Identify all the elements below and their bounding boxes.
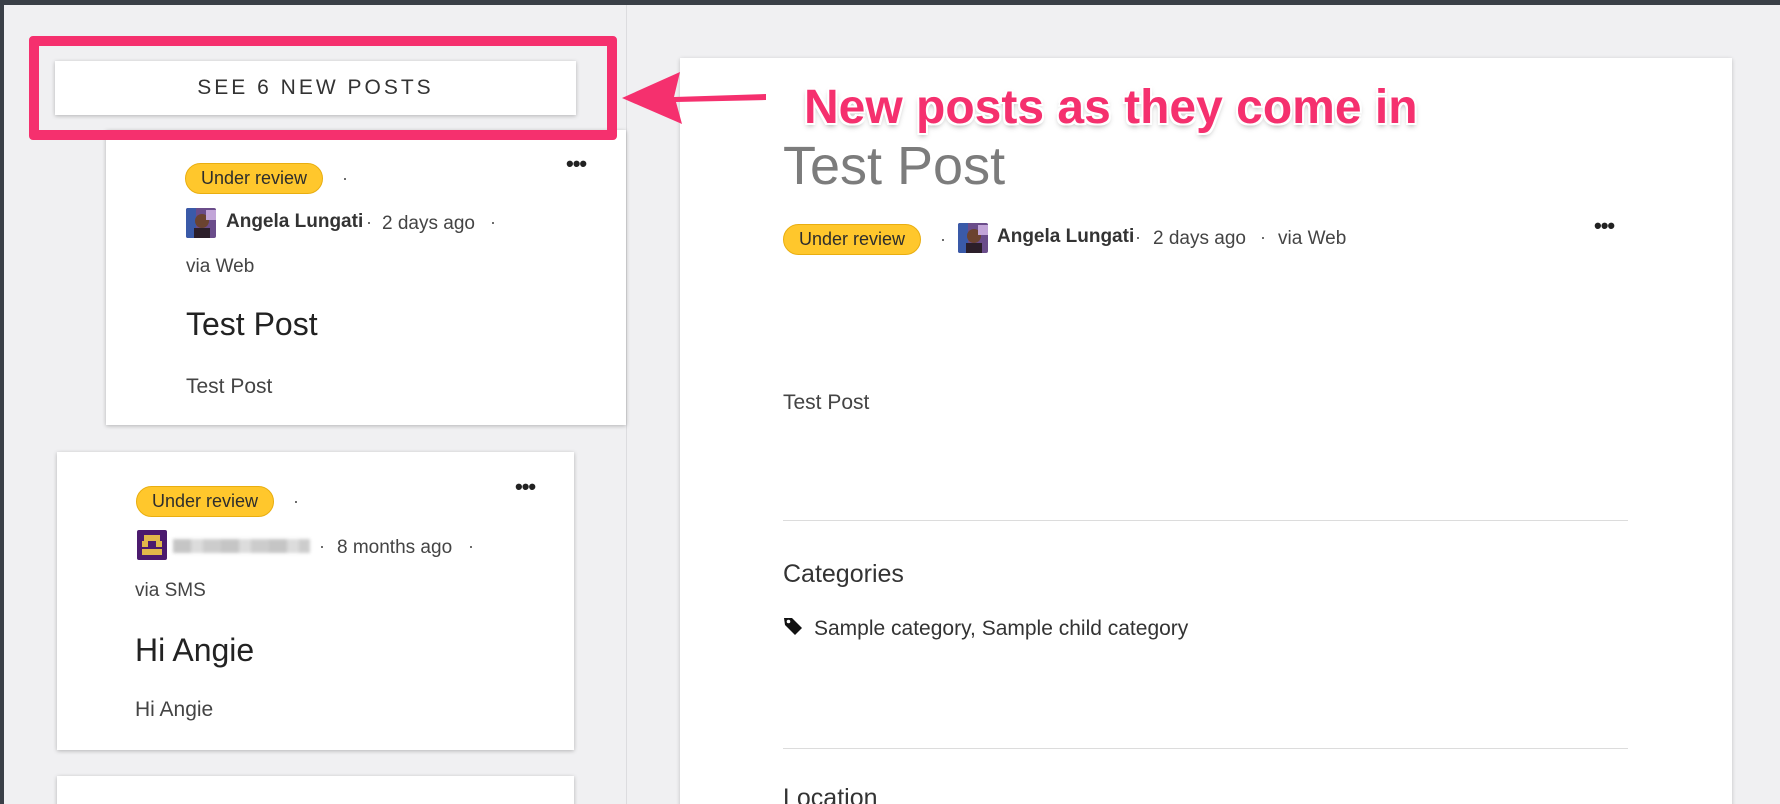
detail-title: Test Post bbox=[783, 136, 1006, 196]
avatar bbox=[186, 208, 216, 238]
avatar bbox=[137, 530, 167, 560]
arrow-left-icon bbox=[622, 72, 766, 124]
highlight-frame bbox=[29, 36, 617, 140]
post-title[interactable]: Hi Angie bbox=[135, 632, 254, 668]
separator-dot: · bbox=[366, 212, 372, 232]
post-detail: Test Post Under review · Angela Lungati … bbox=[680, 58, 1732, 804]
post-card[interactable]: Under review · ••• Angela Lungati · 2 da… bbox=[106, 130, 626, 425]
post-time: 2 days ago bbox=[382, 213, 475, 234]
post-body: Test Post bbox=[783, 391, 870, 414]
section-divider bbox=[783, 520, 1628, 521]
categories-heading: Categories bbox=[783, 560, 904, 588]
category-list[interactable]: Sample category, Sample child category bbox=[814, 617, 1188, 641]
post-source: via Web bbox=[1278, 228, 1347, 249]
post-title[interactable]: Test Post bbox=[186, 306, 318, 342]
separator-dot: · bbox=[490, 212, 496, 232]
separator-dot: · bbox=[319, 536, 325, 556]
status-badge: Under review bbox=[136, 486, 275, 517]
section-divider bbox=[783, 748, 1628, 749]
separator-dot: · bbox=[1135, 227, 1141, 247]
post-excerpt: Hi Angie bbox=[135, 698, 214, 721]
separator-dot: · bbox=[1260, 227, 1266, 247]
author-name[interactable]: Angela Lungati bbox=[226, 211, 363, 233]
separator-dot: · bbox=[940, 229, 946, 249]
post-source: via Web bbox=[186, 256, 255, 277]
post-time: 2 days ago bbox=[1153, 228, 1246, 249]
separator-dot: · bbox=[342, 168, 348, 188]
tag-icon bbox=[783, 616, 803, 641]
location-heading: Location bbox=[783, 784, 878, 804]
more-icon[interactable]: ••• bbox=[1594, 215, 1615, 237]
separator-dot: · bbox=[293, 491, 299, 511]
post-source: via SMS bbox=[135, 580, 206, 601]
status-badge: Under review bbox=[185, 163, 324, 194]
post-time: 8 months ago bbox=[337, 537, 453, 558]
author-name[interactable]: Angela Lungati bbox=[997, 226, 1134, 248]
annotation-caption: New posts as they come in bbox=[804, 81, 1418, 134]
more-icon[interactable]: ••• bbox=[515, 476, 536, 498]
status-badge: Under review bbox=[783, 224, 922, 255]
post-card[interactable] bbox=[57, 776, 574, 804]
post-card[interactable]: Under review · ••• · 8 months ago · via … bbox=[57, 452, 574, 750]
author-name-redacted bbox=[173, 539, 310, 553]
separator-dot: · bbox=[468, 536, 474, 556]
avatar bbox=[958, 223, 988, 253]
more-icon[interactable]: ••• bbox=[566, 153, 587, 175]
post-excerpt: Test Post bbox=[186, 375, 273, 398]
